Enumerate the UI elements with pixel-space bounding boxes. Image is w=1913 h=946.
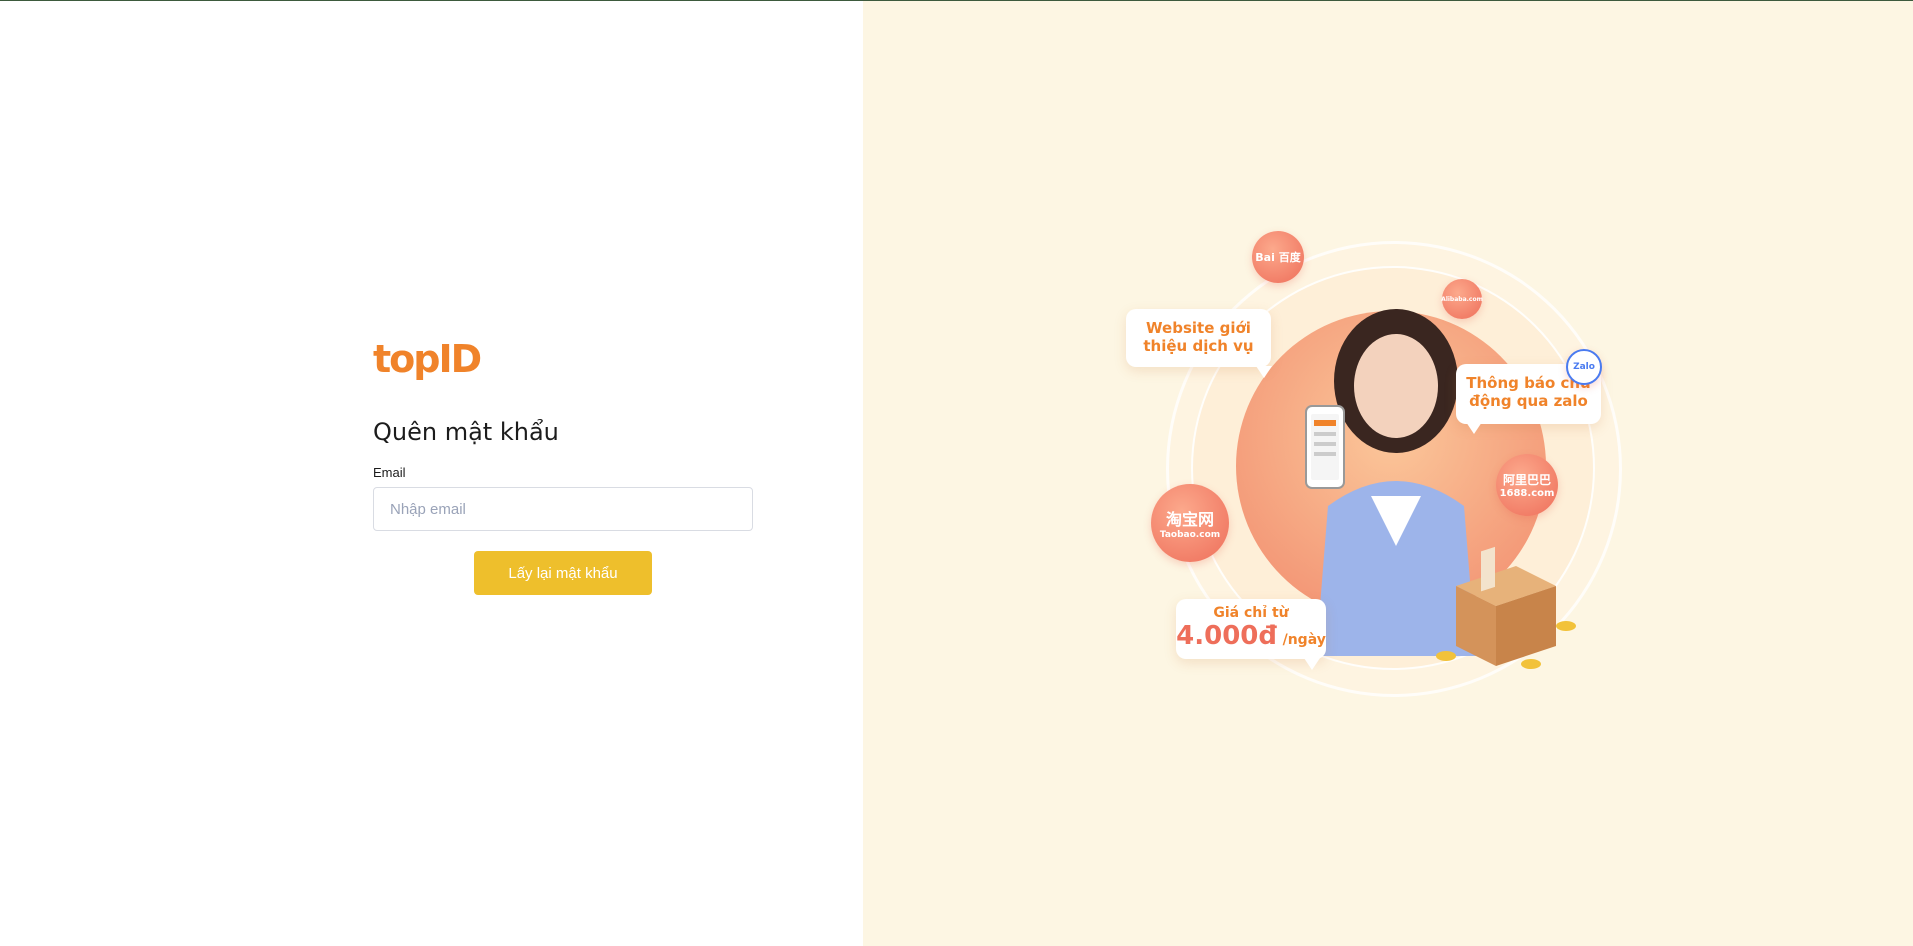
website-intro-bubble: Website giới thiệu dịch vụ [1126, 309, 1271, 367]
email-input[interactable] [373, 487, 753, 531]
promo-pane: Website giới thiệu dịch vụ Thông báo chủ… [863, 1, 1913, 946]
promo-illustration: Website giới thiệu dịch vụ Thông báo chủ… [1126, 226, 1646, 716]
submit-row: Lấy lại mật khẩu [373, 551, 753, 595]
taobao-badge: 淘宝网 Taobao.com [1151, 484, 1229, 562]
1688-badge: 阿里巴巴 1688.com [1496, 454, 1558, 516]
page: topID Quên mật khẩu Email Lấy lại mật kh… [0, 1, 1913, 946]
brand-logo[interactable]: topID [373, 339, 753, 379]
package-box-icon [1436, 546, 1576, 669]
zalo-badge-text: Zalo [1573, 362, 1595, 372]
page-title: Quên mật khẩu [373, 418, 559, 446]
price-bubble: Giá chỉ từ 4.000đ /ngày [1176, 599, 1326, 659]
email-label: Email [373, 465, 406, 480]
baidu-badge-text: Bai 百度 [1255, 251, 1301, 264]
zalo-badge: Zalo [1566, 349, 1602, 385]
1688-badge-en: 1688.com [1499, 488, 1555, 499]
login-pane: topID Quên mật khẩu Email Lấy lại mật kh… [0, 1, 863, 946]
price-bubble-tail [1304, 658, 1320, 670]
price-unit: /ngày [1282, 632, 1326, 648]
forgot-password-form: topID Quên mật khẩu Email Lấy lại mật kh… [373, 339, 753, 595]
price-value: 4.000đ [1176, 621, 1278, 651]
recover-password-button[interactable]: Lấy lại mật khẩu [474, 551, 652, 595]
website-intro-text: Website giới thiệu dịch vụ [1143, 319, 1254, 355]
alibaba-badge-text: Alibaba.com [1441, 295, 1483, 303]
alibaba-badge: Alibaba.com [1441, 279, 1483, 319]
taobao-badge-cn: 淘宝网 [1165, 510, 1214, 529]
baidu-badge: Bai 百度 [1252, 231, 1304, 283]
price-prefix: Giá chỉ từ [1213, 605, 1289, 621]
website-bubble-tail [1256, 366, 1272, 378]
zalo-bubble-tail [1466, 422, 1482, 434]
taobao-badge-en: Taobao.com [1159, 530, 1221, 540]
1688-badge-cn: 阿里巴巴 [1502, 473, 1551, 487]
brand-logo-text: topID [373, 337, 482, 381]
price-line: 4.000đ /ngày [1176, 621, 1326, 655]
